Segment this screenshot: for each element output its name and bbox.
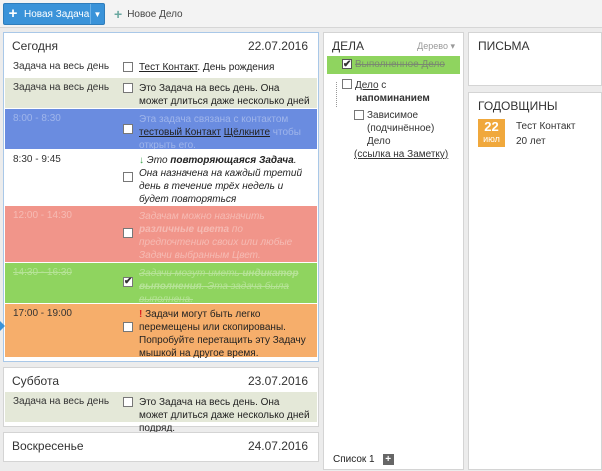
task-checkbox[interactable] xyxy=(123,172,133,182)
anniversary-contact[interactable]: Тест Контакт xyxy=(516,121,575,132)
plus-icon: + xyxy=(8,5,18,22)
task-time: 8:30 - 9:45 xyxy=(13,154,61,165)
deal-checkbox-checked[interactable]: ✔ xyxy=(342,59,352,70)
click-link[interactable]: Щёлкните xyxy=(224,127,270,138)
day-date: 23.07.2016 xyxy=(247,374,308,388)
task-text: Тест Контакт. День рождения xyxy=(139,61,311,74)
task-allday-birthday[interactable]: Задача на весь день Тест Контакт. День р… xyxy=(5,57,317,77)
task-checkbox[interactable] xyxy=(123,322,133,332)
task-repeat[interactable]: 8:30 - 9:45 ↓ Это повторяющаяся Задача. … xyxy=(5,150,317,218)
task-checkbox[interactable] xyxy=(123,228,133,238)
letters-panel: ПИСЬМА xyxy=(468,32,602,86)
deal-checkbox[interactable] xyxy=(342,79,352,89)
task-text-pre: Эта задача связана с контактом xyxy=(139,114,289,125)
task-checkbox-checked[interactable]: ✔ xyxy=(123,277,133,287)
toolbar: + Новая Задача ▼ + Новое Дело xyxy=(0,0,602,28)
view-label: Дерево xyxy=(417,41,448,51)
task-time: Задача на весь день xyxy=(13,61,110,72)
deal-checkbox[interactable] xyxy=(354,110,364,120)
deal-item-dependent[interactable]: Зависимое (подчинённое) Дело (ссылка на … xyxy=(354,109,459,161)
chevron-down-icon[interactable]: ▼ xyxy=(90,4,104,24)
task-checkbox[interactable] xyxy=(123,83,133,93)
day-name: Сегодня xyxy=(12,39,58,53)
task-red[interactable]: 12:00 - 14:30 Задачам можно назначить ра… xyxy=(5,206,317,262)
task-orange[interactable]: 17:00 - 19:00 ! Задачи могут быть легко … xyxy=(5,304,317,360)
task-green-done[interactable]: 14:30 - 16:30 ✔ Задачи могут иметь индик… xyxy=(5,263,317,306)
task-text-rest: . День рождения xyxy=(197,62,275,73)
day-sunday: Воскресенье 24.07.2016 xyxy=(3,432,319,462)
task-text: ! Задачи могут быть легко перемещены или… xyxy=(139,308,311,360)
anniversaries-title: ГОДОВЩИНЫ xyxy=(478,99,558,113)
deals-title: ДЕЛА xyxy=(332,39,365,53)
note-link[interactable]: (ссылка на Заметку) xyxy=(354,148,459,161)
task-checkbox[interactable] xyxy=(123,124,133,134)
badge-month: июл xyxy=(483,134,500,144)
deal-link[interactable]: Дело xyxy=(355,80,379,91)
day-name: Суббота xyxy=(12,374,59,388)
day-name: Воскресенье xyxy=(12,439,84,453)
anniversary-age: 20 лет xyxy=(516,136,546,147)
task-text-pre: Задачам можно назначить xyxy=(139,211,265,222)
task-text-bold: различные цвета xyxy=(139,224,230,235)
new-deal-button[interactable]: + Новое Дело xyxy=(114,5,183,23)
task-checkbox[interactable] xyxy=(123,62,133,72)
anniversaries-panel: ГОДОВЩИНЫ 22 июл Тест Контакт 20 лет xyxy=(468,92,602,470)
date-badge: 22 июл xyxy=(478,119,505,147)
task-text-pre: Это xyxy=(146,155,171,166)
contact-link[interactable]: тестовый Контакт xyxy=(139,127,221,138)
task-text: Задачам можно назначить различные цвета … xyxy=(139,210,311,262)
tree-line xyxy=(336,82,337,107)
deal-text: Выполненное Дело xyxy=(355,59,445,70)
task-blue[interactable]: 8:00 - 8:30 Эта задача связана с контакт… xyxy=(5,109,317,152)
day-saturday: Суббота 23.07.2016 Задача на весь день Э… xyxy=(3,367,319,434)
task-text: Эта задача связана с контактом тестовый … xyxy=(139,113,311,152)
day-today: Сегодня 22.07.2016 Задача на весь день Т… xyxy=(3,32,319,362)
task-text-bold: повторяющаяся Задача xyxy=(170,155,294,166)
view-selector[interactable]: Дерево ▾ xyxy=(417,41,455,52)
task-checkbox[interactable] xyxy=(123,397,133,407)
new-deal-label: Новое Дело xyxy=(127,8,183,20)
day-date: 24.07.2016 xyxy=(247,439,308,453)
new-task-label: Новая Задача xyxy=(24,8,90,20)
add-list-icon[interactable]: + xyxy=(382,453,394,465)
deals-panel: ДЕЛА Дерево ▾ ✔ Выполненное Дело Дело с … xyxy=(323,32,464,470)
task-allday-multi[interactable]: Задача на весь день Это Задача на весь д… xyxy=(5,78,317,120)
task-time: 17:00 - 19:00 xyxy=(13,308,72,319)
deal-item-reminder[interactable]: Дело с напоминанием xyxy=(336,79,430,107)
plus-icon: + xyxy=(114,6,123,22)
task-time: 14:30 - 16:30 xyxy=(13,267,72,278)
task-text-body: Задачи могут быть легко перемещены или с… xyxy=(139,309,306,359)
day-date: 22.07.2016 xyxy=(247,39,308,53)
deal-text-bold: напоминанием xyxy=(356,93,430,104)
letters-title: ПИСЬМА xyxy=(478,39,530,53)
contact-link[interactable]: Тест Контакт xyxy=(139,62,197,73)
new-task-button[interactable]: + Новая Задача ▼ xyxy=(3,3,105,25)
task-allday-multi[interactable]: Задача на весь день Это Задача на весь д… xyxy=(5,392,317,434)
badge-day: 22 xyxy=(484,119,499,134)
task-text-pre: Задачи могут иметь xyxy=(139,268,243,279)
task-time: 8:00 - 8:30 xyxy=(13,113,61,124)
deal-text: Зависимое (подчинённое) Дело xyxy=(367,110,435,147)
task-time: 12:00 - 14:30 xyxy=(13,210,72,221)
deal-text: с xyxy=(378,80,387,91)
task-text: Задачи могут иметь индикатор выполнения.… xyxy=(139,267,311,306)
list-tabs: Список 1 + xyxy=(327,451,460,467)
current-time-marker xyxy=(0,321,5,331)
repeat-arrow-icon: ↓ xyxy=(139,155,144,166)
list-tab[interactable]: Список 1 xyxy=(333,454,375,465)
priority-icon: ! xyxy=(139,309,143,320)
deal-done-item[interactable]: ✔ Выполненное Дело xyxy=(327,56,460,74)
task-text: Это Задача на весь день. Она может длить… xyxy=(139,397,310,434)
task-time: Задача на весь день xyxy=(13,82,110,93)
chevron-down-icon: ▾ xyxy=(450,41,455,51)
task-time: Задача на весь день xyxy=(13,396,110,407)
